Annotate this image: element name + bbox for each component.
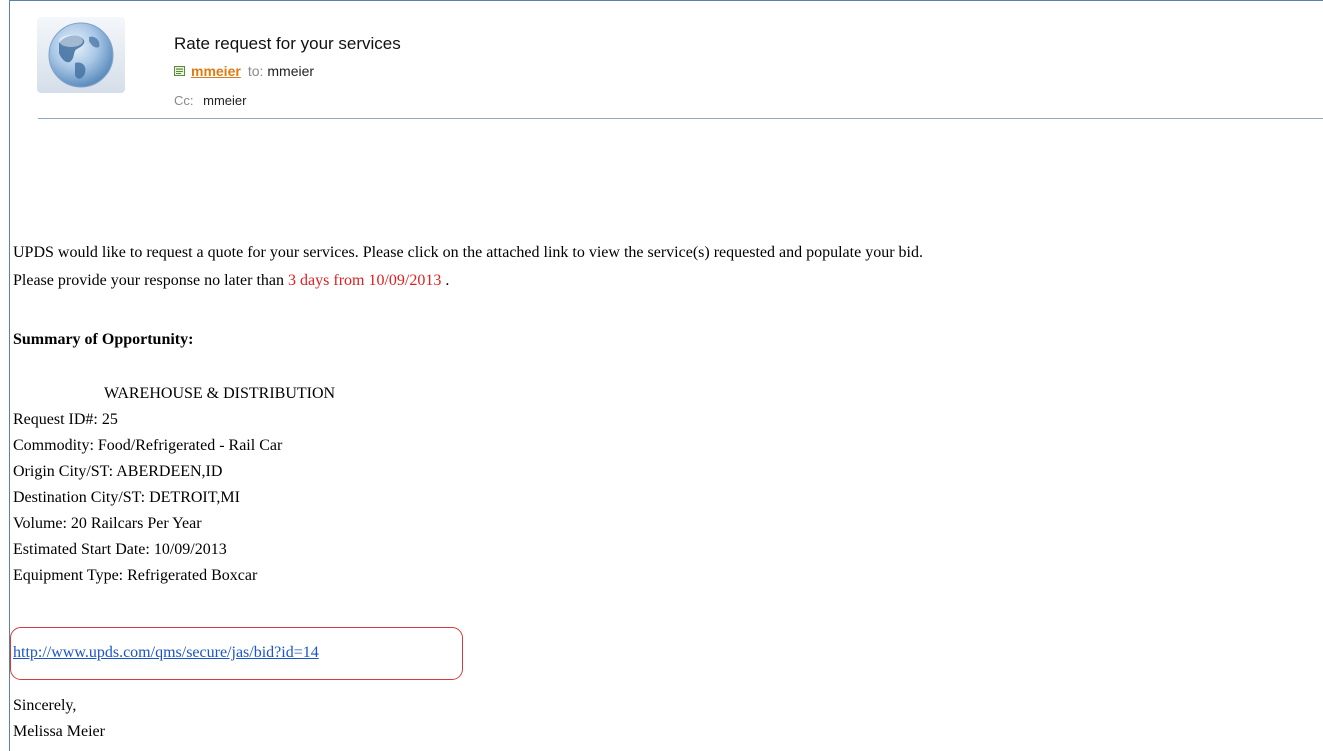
detail-start-date: Estimated Start Date: 10/09/2013	[13, 541, 227, 558]
header-divider	[38, 118, 1323, 119]
deadline-paragraph: Please provide your response no later th…	[13, 268, 449, 294]
deadline-value: 3 days from 10/09/2013	[288, 272, 442, 289]
to-label: to:	[247, 63, 264, 79]
deadline-suffix: .	[445, 272, 450, 289]
bid-link[interactable]: http://www.upds.com/qms/secure/jas/bid?i…	[13, 644, 319, 662]
detail-volume: Volume: 20 Railcars Per Year	[13, 515, 202, 532]
sender-line: mmeier to: mmeier	[174, 63, 314, 79]
deadline-prefix: Please provide your response no later th…	[13, 272, 285, 289]
cc-label: Cc:	[174, 93, 194, 108]
summary-heading: Summary of Opportunity:	[13, 331, 194, 348]
detail-equipment: Equipment Type: Refrigerated Boxcar	[13, 567, 258, 584]
sender-link[interactable]: mmeier	[191, 63, 241, 79]
detail-origin: Origin City/ST: ABERDEEN,ID	[13, 463, 223, 480]
recipient-name[interactable]: mmeier	[267, 63, 314, 79]
globe-avatar-icon	[37, 17, 125, 93]
signoff: Sincerely, Melissa Meier	[13, 693, 105, 745]
email-subject: Rate request for your services	[174, 34, 401, 53]
cc-recipient-name[interactable]: mmeier	[203, 93, 246, 108]
cc-line: Cc: mmeier	[174, 93, 246, 108]
contact-card-icon	[174, 66, 185, 76]
service-category: WAREHOUSE & DISTRIBUTION	[104, 385, 336, 402]
intro-paragraph: UPDS would like to request a quote for y…	[13, 244, 923, 261]
detail-request-id: Request ID#: 25	[13, 411, 118, 428]
closing-text: Sincerely,	[13, 697, 77, 714]
opportunity-details: WAREHOUSE & DISTRIBUTION Request ID#: 25…	[13, 381, 335, 589]
signature-name: Melissa Meier	[13, 723, 105, 740]
detail-commodity: Commodity: Food/Refrigerated - Rail Car	[13, 437, 283, 454]
detail-destination: Destination City/ST: DETROIT,MI	[13, 489, 240, 506]
